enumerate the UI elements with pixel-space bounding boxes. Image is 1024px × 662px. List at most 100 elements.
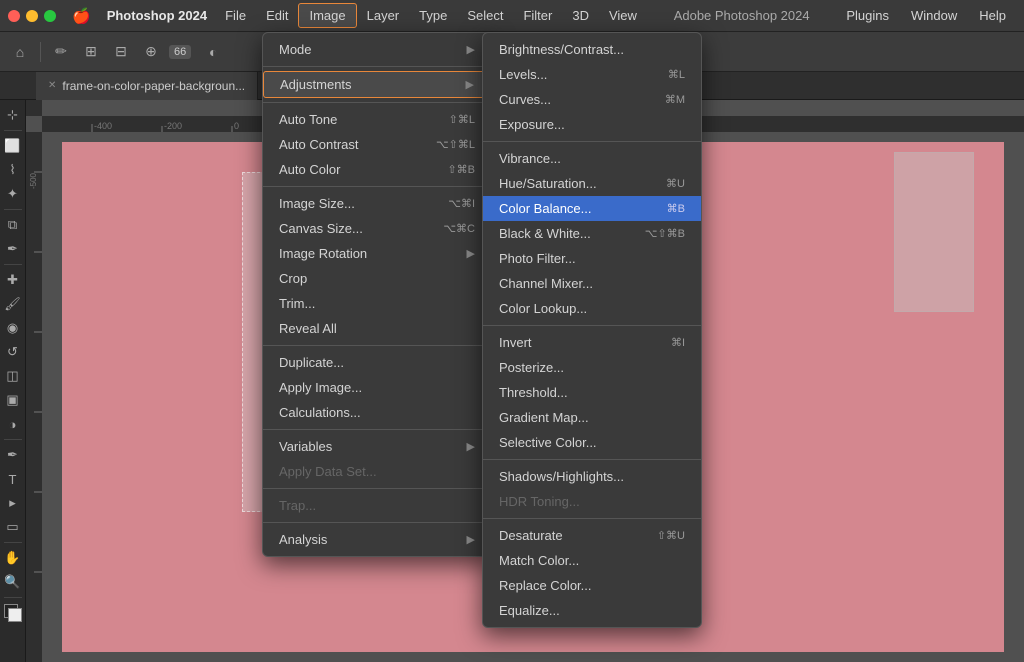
- menu-item-shadows-highlights[interactable]: Shadows/Highlights...: [483, 464, 701, 489]
- document-tab[interactable]: ✕ frame-on-color-paper-backgroun...: [36, 72, 258, 100]
- separator: [483, 459, 701, 460]
- menu-window[interactable]: Window: [901, 4, 967, 27]
- menu-edit[interactable]: Edit: [256, 4, 298, 27]
- menu-item-color-balance[interactable]: Color Balance... ⌘B: [483, 196, 701, 221]
- separator: [263, 522, 491, 523]
- menu-item-brightness-contrast[interactable]: Brightness/Contrast...: [483, 37, 701, 62]
- menu-item-apply-data-set: Apply Data Set...: [263, 459, 491, 484]
- toolbar-divider-6: [4, 597, 22, 598]
- menu-item-hue-saturation[interactable]: Hue/Saturation... ⌘U: [483, 171, 701, 196]
- history-brush-icon[interactable]: ↺: [2, 341, 24, 363]
- hand-tool-icon[interactable]: ✋: [2, 547, 24, 569]
- lasso-tool-icon[interactable]: ⌇: [2, 159, 24, 181]
- menu-item-vibrance[interactable]: Vibrance...: [483, 146, 701, 171]
- svg-text:-400: -400: [94, 121, 112, 131]
- foreground-color-icon[interactable]: [2, 602, 24, 624]
- menu-item-photo-filter[interactable]: Photo Filter...: [483, 246, 701, 271]
- home-icon[interactable]: ⌂: [8, 40, 32, 64]
- menu-item-threshold[interactable]: Threshold...: [483, 380, 701, 405]
- gradient-icon[interactable]: ▣: [2, 389, 24, 411]
- crop-tool-icon[interactable]: ⧉: [2, 214, 24, 236]
- magic-wand-icon[interactable]: ✦: [2, 183, 24, 205]
- menu-help[interactable]: Help: [969, 4, 1016, 27]
- menu-select[interactable]: Select: [457, 4, 513, 27]
- menu-item-color-lookup[interactable]: Color Lookup...: [483, 296, 701, 321]
- separator: [483, 141, 701, 142]
- menu-item-adjustments[interactable]: Adjustments ▶: [263, 71, 491, 98]
- clone-stamp-icon[interactable]: ◉: [2, 317, 24, 339]
- menu-filter[interactable]: Filter: [513, 4, 562, 27]
- svg-text:-500: -500: [29, 172, 38, 189]
- menu-item-canvas-size[interactable]: Canvas Size... ⌥⌘C: [263, 216, 491, 241]
- traffic-lights: [0, 10, 64, 22]
- menu-item-channel-mixer[interactable]: Channel Mixer...: [483, 271, 701, 296]
- menu-item-image-size[interactable]: Image Size... ⌥⌘I: [263, 191, 491, 216]
- menu-item-mode[interactable]: Mode ▶: [263, 37, 491, 62]
- menu-item-replace-color[interactable]: Replace Color...: [483, 573, 701, 598]
- app-name: Photoshop 2024: [99, 8, 215, 23]
- menu-item-equalize[interactable]: Equalize...: [483, 598, 701, 623]
- menu-item-calculations[interactable]: Calculations...: [263, 400, 491, 425]
- menu-item-crop[interactable]: Crop: [263, 266, 491, 291]
- brush-size-icon[interactable]: ⊕: [139, 40, 163, 64]
- menu-layer[interactable]: Layer: [357, 4, 410, 27]
- menu-item-apply-image[interactable]: Apply Image...: [263, 375, 491, 400]
- shape-tool-icon[interactable]: ▭: [2, 516, 24, 538]
- menu-image[interactable]: Image: [298, 3, 356, 28]
- eraser-icon[interactable]: ◫: [2, 365, 24, 387]
- menu-item-posterize[interactable]: Posterize...: [483, 355, 701, 380]
- menu-3d[interactable]: 3D: [562, 4, 599, 27]
- menu-item-selective-color[interactable]: Selective Color...: [483, 430, 701, 455]
- separator: [263, 186, 491, 187]
- window-title: Adobe Photoshop 2024: [647, 8, 836, 23]
- menu-item-black-white[interactable]: Black & White... ⌥⇧⌘B: [483, 221, 701, 246]
- text-tool-icon[interactable]: T: [2, 468, 24, 490]
- submenu-arrow: ▶: [466, 78, 474, 91]
- menu-item-variables[interactable]: Variables ▶: [263, 434, 491, 459]
- menu-item-curves[interactable]: Curves... ⌘M: [483, 87, 701, 112]
- menu-item-invert[interactable]: Invert ⌘I: [483, 330, 701, 355]
- menu-plugins[interactable]: Plugins: [836, 4, 899, 27]
- menu-type[interactable]: Type: [409, 4, 457, 27]
- menu-item-hdr-toning: HDR Toning...: [483, 489, 701, 514]
- menu-item-auto-contrast[interactable]: Auto Contrast ⌥⇧⌘L: [263, 132, 491, 157]
- eyedropper-icon[interactable]: ✒: [2, 238, 24, 260]
- brush-options-icon[interactable]: ⊞: [79, 40, 103, 64]
- path-select-icon[interactable]: ▸: [2, 492, 24, 514]
- menu-view[interactable]: View: [599, 4, 647, 27]
- menu-item-reveal-all[interactable]: Reveal All: [263, 316, 491, 341]
- minimize-button[interactable]: [26, 10, 38, 22]
- brush-alt-icon[interactable]: ⊟: [109, 40, 133, 64]
- menu-item-image-rotation[interactable]: Image Rotation ▶: [263, 241, 491, 266]
- maximize-button[interactable]: [44, 10, 56, 22]
- menu-item-auto-tone[interactable]: Auto Tone ⇧⌘L: [263, 107, 491, 132]
- menu-item-levels[interactable]: Levels... ⌘L: [483, 62, 701, 87]
- menu-file[interactable]: File: [215, 4, 256, 27]
- adjustments-submenu: Brightness/Contrast... Levels... ⌘L Curv…: [482, 32, 702, 628]
- image-menu-panel: Mode ▶ Adjustments ▶ Auto Tone ⇧⌘L Auto …: [262, 32, 492, 557]
- move-tool-icon[interactable]: ⊹: [2, 104, 24, 126]
- menu-item-match-color[interactable]: Match Color...: [483, 548, 701, 573]
- menu-item-exposure[interactable]: Exposure...: [483, 112, 701, 137]
- tab-filename: frame-on-color-paper-backgroun...: [62, 79, 245, 93]
- heal-brush-icon[interactable]: ✚: [2, 269, 24, 291]
- menu-item-analysis[interactable]: Analysis ▶: [263, 527, 491, 552]
- apple-menu[interactable]: 🍎: [64, 7, 99, 25]
- submenu-arrow: ▶: [467, 43, 475, 56]
- brush-angle-icon[interactable]: ◐: [201, 40, 225, 64]
- brush-tool-icon[interactable]: ✏: [49, 40, 73, 64]
- separator: [263, 345, 491, 346]
- tab-close-icon[interactable]: ✕: [48, 80, 56, 91]
- menu-item-trim[interactable]: Trim...: [263, 291, 491, 316]
- menu-item-auto-color[interactable]: Auto Color ⇧⌘B: [263, 157, 491, 182]
- marquee-tool-icon[interactable]: ⬜: [2, 135, 24, 157]
- menu-item-duplicate[interactable]: Duplicate...: [263, 350, 491, 375]
- menu-item-desaturate[interactable]: Desaturate ⇧⌘U: [483, 523, 701, 548]
- image-dropdown-menu: Mode ▶ Adjustments ▶ Auto Tone ⇧⌘L Auto …: [262, 32, 492, 557]
- menu-item-gradient-map[interactable]: Gradient Map...: [483, 405, 701, 430]
- zoom-tool-icon[interactable]: 🔍: [2, 571, 24, 593]
- brush-icon[interactable]: 🖌: [2, 293, 24, 315]
- pen-tool-icon[interactable]: ✒: [2, 444, 24, 466]
- close-button[interactable]: [8, 10, 20, 22]
- dodge-icon[interactable]: ◑: [2, 413, 24, 435]
